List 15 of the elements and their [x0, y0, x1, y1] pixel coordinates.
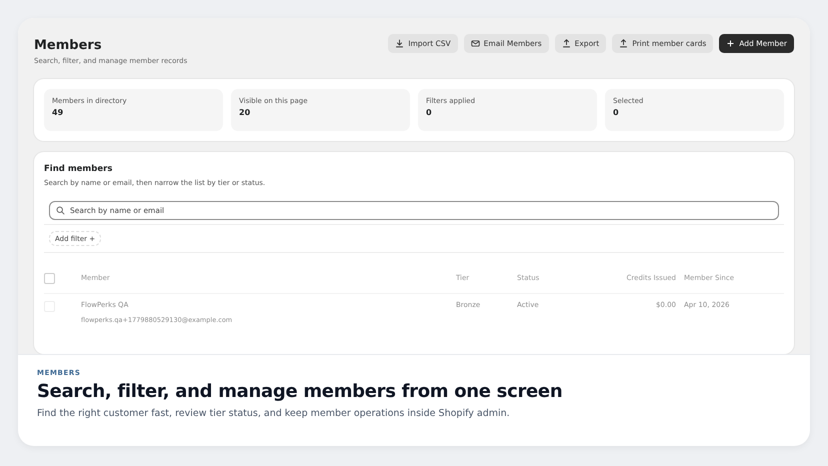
mail-icon — [470, 39, 480, 48]
page-title: Members — [34, 38, 103, 53]
stat-value: 20 — [239, 108, 252, 117]
search-icon — [56, 206, 65, 215]
select-all-checkbox[interactable] — [44, 272, 55, 284]
download-icon — [395, 39, 404, 48]
upload-icon — [619, 39, 628, 48]
stat-value: 0 — [426, 108, 433, 117]
caption-headline: Search, filter, and manage members from one screen — [37, 381, 564, 402]
stat-value: 49 — [52, 108, 64, 117]
caption-text: Find the right customer fast, review tier status, and keep member operations inside Shopify admin. — [37, 408, 511, 419]
upload-icon — [562, 39, 571, 48]
section-title: Find members — [44, 164, 114, 174]
plus-icon — [726, 39, 736, 48]
stat-value: 0 — [613, 108, 620, 117]
